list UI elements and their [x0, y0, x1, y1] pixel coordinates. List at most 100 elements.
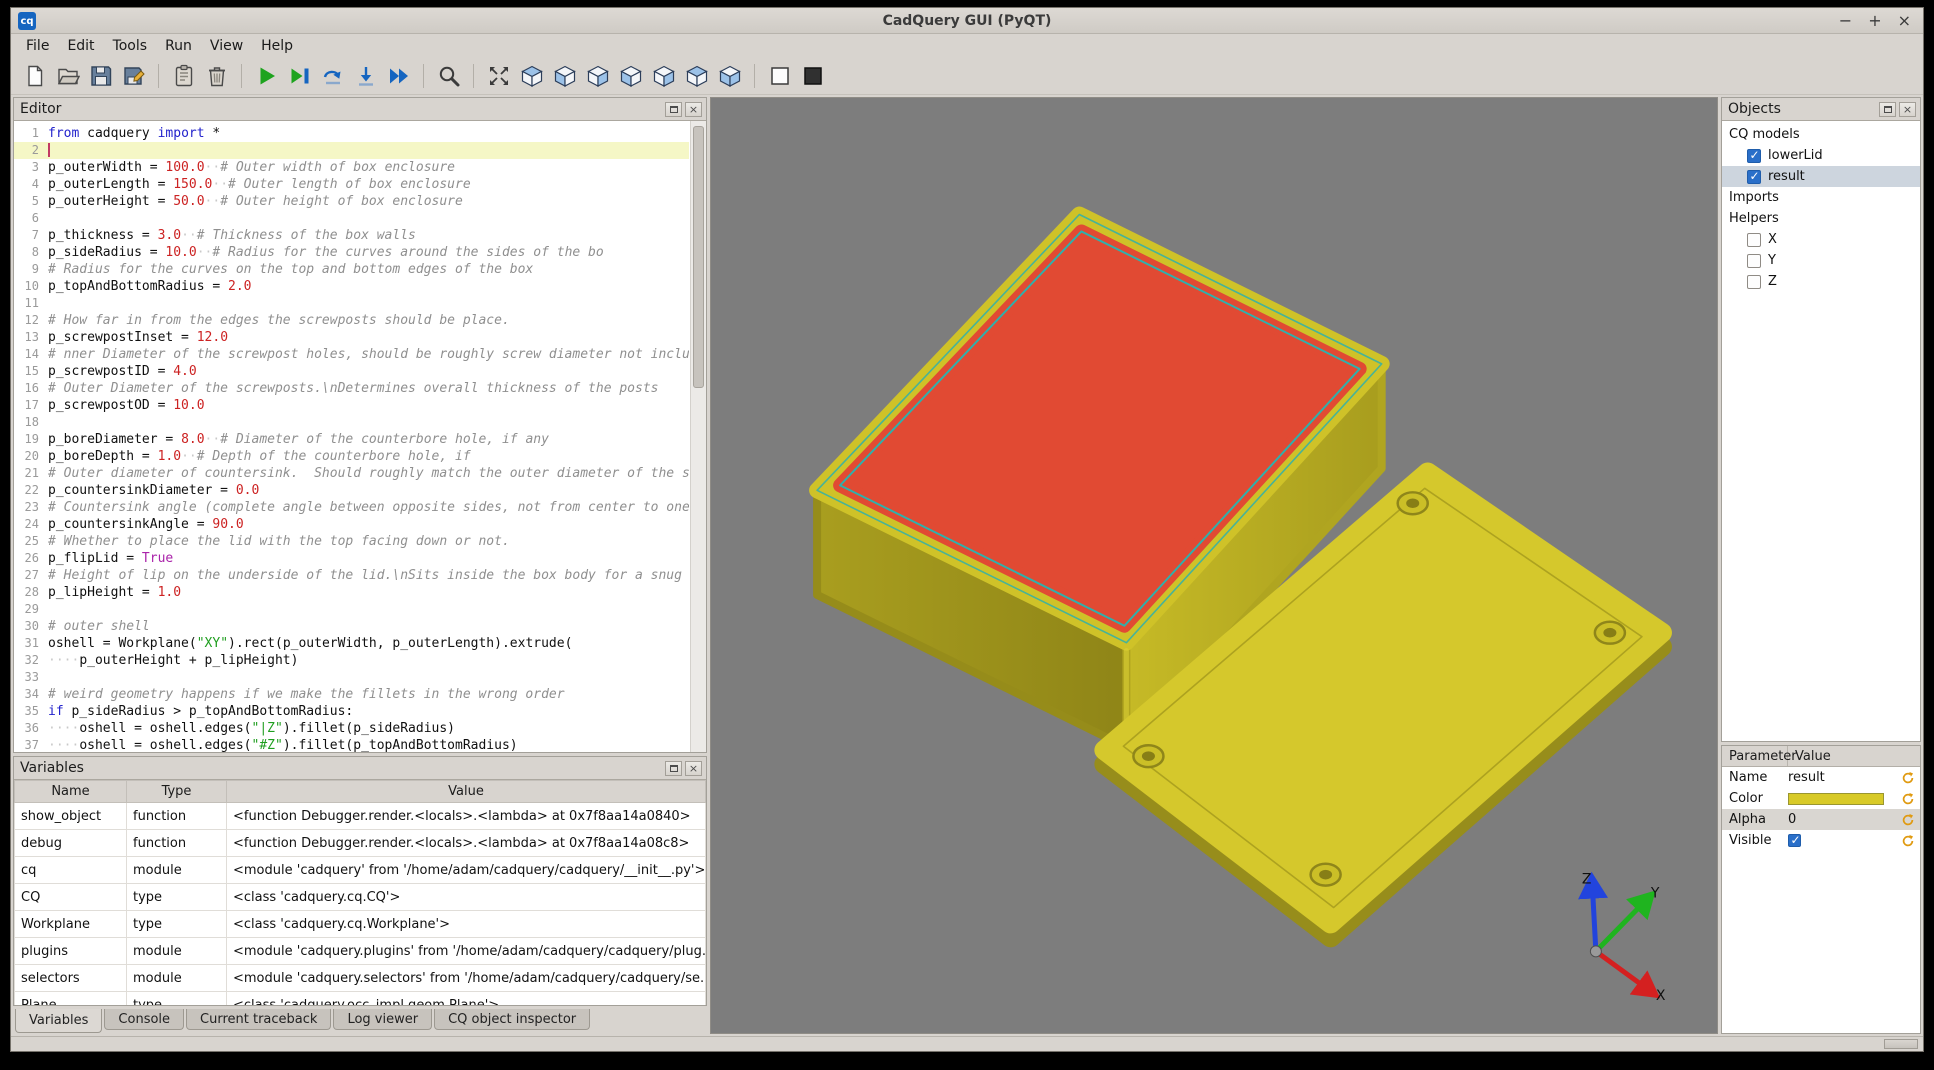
variable-row-show-object[interactable]: show_objectfunction<function Debugger.re…: [15, 803, 706, 830]
tree-cq-models[interactable]: CQ models: [1722, 124, 1920, 145]
step-into-button[interactable]: [350, 60, 381, 91]
tab-log-viewer[interactable]: Log viewer: [333, 1009, 432, 1030]
code-line-31[interactable]: 31oshell = Workplane("XY").rect(p_outerW…: [14, 635, 689, 652]
shaded-button[interactable]: [797, 60, 828, 91]
code-line-27[interactable]: 27# Height of lip on the underside of th…: [14, 567, 689, 584]
menu-help[interactable]: Help: [252, 36, 302, 56]
tree-lowerlid[interactable]: lowerLid: [1722, 145, 1920, 166]
variables-float-button[interactable]: [665, 761, 682, 776]
code-line-16[interactable]: 16# Outer Diameter of the screwposts.\nD…: [14, 380, 689, 397]
fit-all-button[interactable]: [483, 60, 514, 91]
continue-button[interactable]: [383, 60, 414, 91]
save-as-button[interactable]: [118, 60, 149, 91]
menu-file[interactable]: File: [17, 36, 58, 56]
objects-close-button[interactable]: ×: [1899, 102, 1916, 117]
code-line-11[interactable]: 11: [14, 295, 689, 312]
code-line-36[interactable]: 36····oshell = oshell.edges("|Z").fillet…: [14, 720, 689, 737]
code-line-33[interactable]: 33: [14, 669, 689, 686]
editor-close-button[interactable]: ×: [685, 102, 702, 117]
minimize-button[interactable]: −: [1839, 13, 1852, 29]
code-line-24[interactable]: 24p_countersinkAngle = 90.0: [14, 516, 689, 533]
view-back-button[interactable]: [582, 60, 613, 91]
editor-scrollbar-thumb[interactable]: [693, 126, 704, 388]
menu-run[interactable]: Run: [156, 36, 201, 56]
code-line-34[interactable]: 34# weird geometry happens if we make th…: [14, 686, 689, 703]
viewport-3d[interactable]: Z Y X: [710, 97, 1718, 1034]
variable-row-plugins[interactable]: pluginsmodule<module 'cadquery.plugins' …: [15, 938, 706, 965]
save-button[interactable]: [85, 60, 116, 91]
view-right-button[interactable]: [648, 60, 679, 91]
visible-checkbox[interactable]: [1788, 834, 1801, 847]
run-button[interactable]: [251, 60, 282, 91]
code-line-22[interactable]: 22p_countersinkDiameter = 0.0: [14, 482, 689, 499]
new-file-button[interactable]: [19, 60, 50, 91]
step-over-button[interactable]: [317, 60, 348, 91]
tree-x[interactable]: X: [1722, 229, 1920, 250]
code-line-25[interactable]: 25# Whether to place the lid with the to…: [14, 533, 689, 550]
tree-y[interactable]: Y: [1722, 250, 1920, 271]
checkbox-lowerlid[interactable]: [1747, 149, 1761, 163]
tab-console[interactable]: Console: [104, 1009, 184, 1030]
code-line-32[interactable]: 32····p_outerHeight + p_lipHeight): [14, 652, 689, 669]
param-value-text[interactable]: result: [1788, 770, 1825, 785]
tree-helpers[interactable]: Helpers: [1722, 208, 1920, 229]
code-line-23[interactable]: 23# Countersink angle (complete angle be…: [14, 499, 689, 516]
open-button[interactable]: [52, 60, 83, 91]
code-line-30[interactable]: 30# outer shell: [14, 618, 689, 635]
code-line-20[interactable]: 20p_boreDepth = 1.0··# Depth of the coun…: [14, 448, 689, 465]
code-line-17[interactable]: 17p_screwpostOD = 10.0: [14, 397, 689, 414]
tree-result[interactable]: result: [1722, 166, 1920, 187]
code-line-26[interactable]: 26p_flipLid = True: [14, 550, 689, 567]
view-front-button[interactable]: [549, 60, 580, 91]
maximize-button[interactable]: +: [1868, 13, 1881, 29]
code-line-7[interactable]: 7p_thickness = 3.0··# Thickness of the b…: [14, 227, 689, 244]
variable-row-cq[interactable]: cqmodule<module 'cadquery' from '/home/a…: [15, 857, 706, 884]
menu-edit[interactable]: Edit: [58, 36, 103, 56]
code-line-5[interactable]: 5p_outerHeight = 50.0··# Outer height of…: [14, 193, 689, 210]
debug-button[interactable]: [284, 60, 315, 91]
code-line-14[interactable]: 14# nner Diameter of the screwpost holes…: [14, 346, 689, 363]
menu-view[interactable]: View: [201, 36, 252, 56]
code-line-1[interactable]: 1from cadquery import *: [14, 125, 689, 142]
checkbox-result[interactable]: [1747, 170, 1761, 184]
code-line-10[interactable]: 10p_topAndBottomRadius = 2.0: [14, 278, 689, 295]
code-line-21[interactable]: 21# Outer diameter of countersink. Shoul…: [14, 465, 689, 482]
code-line-29[interactable]: 29: [14, 601, 689, 618]
close-button[interactable]: ×: [1898, 13, 1911, 29]
title-bar[interactable]: cq CadQuery GUI (PyQT) − + ×: [11, 8, 1923, 34]
view-top-button[interactable]: [681, 60, 712, 91]
view-iso-button[interactable]: [516, 60, 547, 91]
code-line-18[interactable]: 18: [14, 414, 689, 431]
checkbox-z[interactable]: [1747, 275, 1761, 289]
variable-row-cq[interactable]: CQtype<class 'cadquery.cq.CQ'>: [15, 884, 706, 911]
tree-z[interactable]: Z: [1722, 271, 1920, 292]
wireframe-button[interactable]: [764, 60, 795, 91]
code-line-15[interactable]: 15p_screwpostID = 4.0: [14, 363, 689, 380]
reset-name-button[interactable]: [1899, 770, 1917, 786]
paste-button[interactable]: [168, 60, 199, 91]
zoom-button[interactable]: [433, 60, 464, 91]
code-line-28[interactable]: 28p_lipHeight = 1.0: [14, 584, 689, 601]
resize-grip[interactable]: [1884, 1039, 1918, 1049]
variable-row-selectors[interactable]: selectorsmodule<module 'cadquery.selecto…: [15, 965, 706, 992]
tab-cq-object-inspector[interactable]: CQ object inspector: [434, 1009, 590, 1030]
editor-scrollbar[interactable]: [690, 121, 706, 752]
param-value-text[interactable]: 0: [1788, 812, 1796, 827]
variables-close-button[interactable]: ×: [685, 761, 702, 776]
code-editor[interactable]: 1from cadquery import *23p_outerWidth = …: [14, 121, 706, 752]
checkbox-x[interactable]: [1747, 233, 1761, 247]
reset-visible-button[interactable]: [1899, 833, 1917, 849]
objects-float-button[interactable]: [1879, 102, 1896, 117]
view-bottom-button[interactable]: [714, 60, 745, 91]
color-swatch[interactable]: [1788, 793, 1884, 805]
reset-color-button[interactable]: [1899, 791, 1917, 807]
code-line-6[interactable]: 6: [14, 210, 689, 227]
view-left-button[interactable]: [615, 60, 646, 91]
code-line-8[interactable]: 8p_sideRadius = 10.0··# Radius for the c…: [14, 244, 689, 261]
code-line-3[interactable]: 3p_outerWidth = 100.0··# Outer width of …: [14, 159, 689, 176]
code-line-19[interactable]: 19p_boreDiameter = 8.0··# Diameter of th…: [14, 431, 689, 448]
code-line-13[interactable]: 13p_screwpostInset = 12.0: [14, 329, 689, 346]
code-line-9[interactable]: 9# Radius for the curves on the top and …: [14, 261, 689, 278]
tree-imports[interactable]: Imports: [1722, 187, 1920, 208]
code-line-2[interactable]: 2: [14, 142, 689, 159]
